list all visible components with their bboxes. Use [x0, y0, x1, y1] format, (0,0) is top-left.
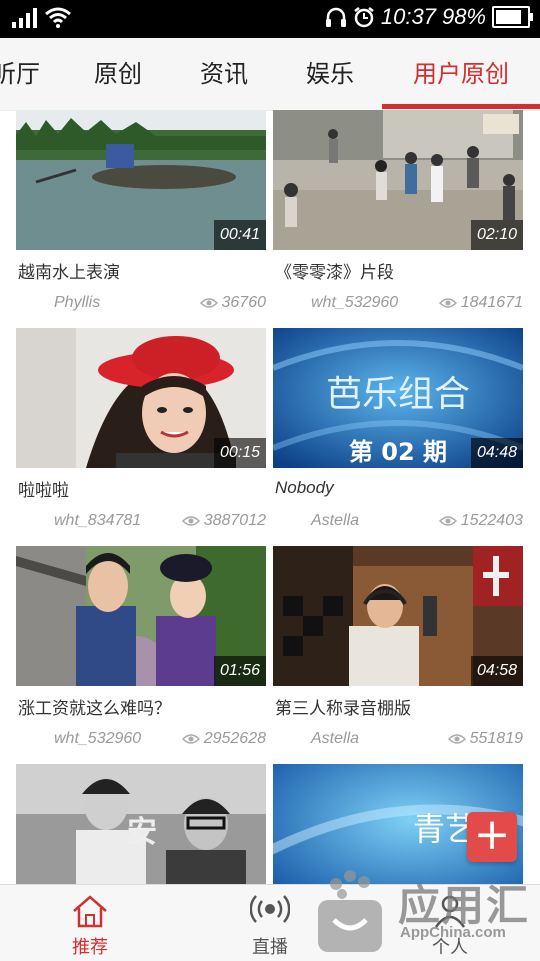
video-title[interactable]: 涨工资就这么难吗？ — [18, 694, 171, 719]
tab-user-original[interactable]: 用户原创 — [396, 38, 526, 110]
headphones-icon — [325, 7, 346, 27]
video-title[interactable]: 《零零漆》片段 — [275, 258, 394, 283]
add-button[interactable]: + — [467, 812, 517, 862]
video-author: Astella — [311, 512, 360, 529]
view-count: 3887012 — [181, 512, 266, 530]
thumbnail-subtext: 第 02 期 — [349, 438, 447, 466]
duration-badge: 04:48 — [470, 438, 523, 468]
view-count-text: 551819 — [469, 730, 523, 747]
thumbnail-text: 芭乐组合 — [326, 374, 470, 415]
duration-badge: 00:41 — [213, 220, 266, 250]
view-count-text: 2952628 — [203, 730, 266, 747]
eye-icon — [438, 298, 457, 308]
video-title[interactable]: Nobody — [275, 478, 334, 498]
tab-0[interactable]: 听厅 — [0, 38, 46, 110]
person-icon — [434, 895, 466, 928]
view-count-text: 1841671 — [460, 294, 523, 311]
duration-badge: 01:56 — [213, 656, 266, 686]
tab-news[interactable]: 资讯 — [184, 38, 264, 110]
video-author: wht_532960 — [311, 294, 399, 311]
battery-icon — [492, 6, 533, 28]
battery-percent: 98% — [441, 4, 486, 29]
nav-label: 个人 — [432, 937, 468, 958]
duration-badge: 00:15 — [213, 438, 266, 468]
video-thumbnail[interactable]: 芭乐组合 第 02 期 04:48 — [273, 328, 523, 468]
view-count: 36760 — [199, 294, 267, 312]
video-author: Astella — [311, 730, 360, 747]
view-count-text: 3887012 — [203, 512, 266, 529]
video-title[interactable]: 越南水上表演 — [18, 258, 120, 283]
thumbnail-text: 安 — [127, 815, 157, 850]
active-tab-indicator — [382, 104, 540, 109]
nav-label: 推荐 — [72, 937, 108, 958]
signal-icon — [12, 6, 37, 28]
duration-badge: 02:10 — [470, 220, 523, 250]
video-thumbnail[interactable]: 00:15 — [16, 328, 266, 468]
view-count: 551819 — [447, 730, 523, 748]
video-title[interactable]: 啦啦啦 — [18, 476, 69, 501]
nav-profile[interactable]: 个人 — [360, 885, 540, 961]
video-thumbnail[interactable]: 安 — [16, 764, 266, 884]
video-thumbnail[interactable]: 01:56 — [16, 546, 266, 686]
view-count: 1841671 — [438, 294, 523, 312]
eye-icon — [438, 516, 457, 526]
broadcast-icon — [250, 895, 290, 923]
view-count: 2952628 — [181, 730, 266, 748]
view-count-text: 1522403 — [460, 512, 523, 529]
eye-icon — [199, 298, 218, 308]
video-title[interactable]: 第三人称录音棚版 — [275, 694, 411, 719]
alarm-icon — [354, 7, 374, 28]
wifi-icon — [45, 7, 71, 28]
video-grid: 00:41 越南水上表演 Phyllis 36760 02:10 《零零漆》片段… — [0, 110, 540, 884]
nav-label: 直播 — [252, 937, 288, 958]
home-icon — [73, 895, 107, 928]
category-tabs: 听厅 原创 资讯 娱乐 用户原创 — [0, 38, 540, 111]
video-author: wht_532960 — [54, 730, 142, 747]
eye-icon — [447, 734, 466, 744]
video-thumbnail[interactable]: 00:41 — [16, 110, 266, 250]
bottom-nav: 推荐 直播 个人 — [0, 884, 540, 961]
view-count: 1522403 — [438, 512, 523, 530]
status-bar: 10:37 98% — [0, 0, 540, 38]
nav-live[interactable]: 直播 — [180, 885, 360, 961]
eye-icon — [181, 516, 200, 526]
video-author: Phyllis — [54, 294, 101, 311]
video-thumbnail[interactable]: 02:10 — [273, 110, 523, 250]
eye-icon — [181, 734, 200, 744]
view-count-text: 36760 — [221, 294, 267, 311]
duration-badge: 04:58 — [470, 656, 523, 686]
clock: 10:37 — [380, 4, 436, 29]
video-thumbnail[interactable]: 04:58 — [273, 546, 523, 686]
nav-recommend[interactable]: 推荐 — [0, 885, 180, 961]
tab-original[interactable]: 原创 — [78, 38, 158, 110]
video-author: wht_834781 — [54, 512, 142, 529]
tab-entertainment[interactable]: 娱乐 — [290, 38, 370, 110]
